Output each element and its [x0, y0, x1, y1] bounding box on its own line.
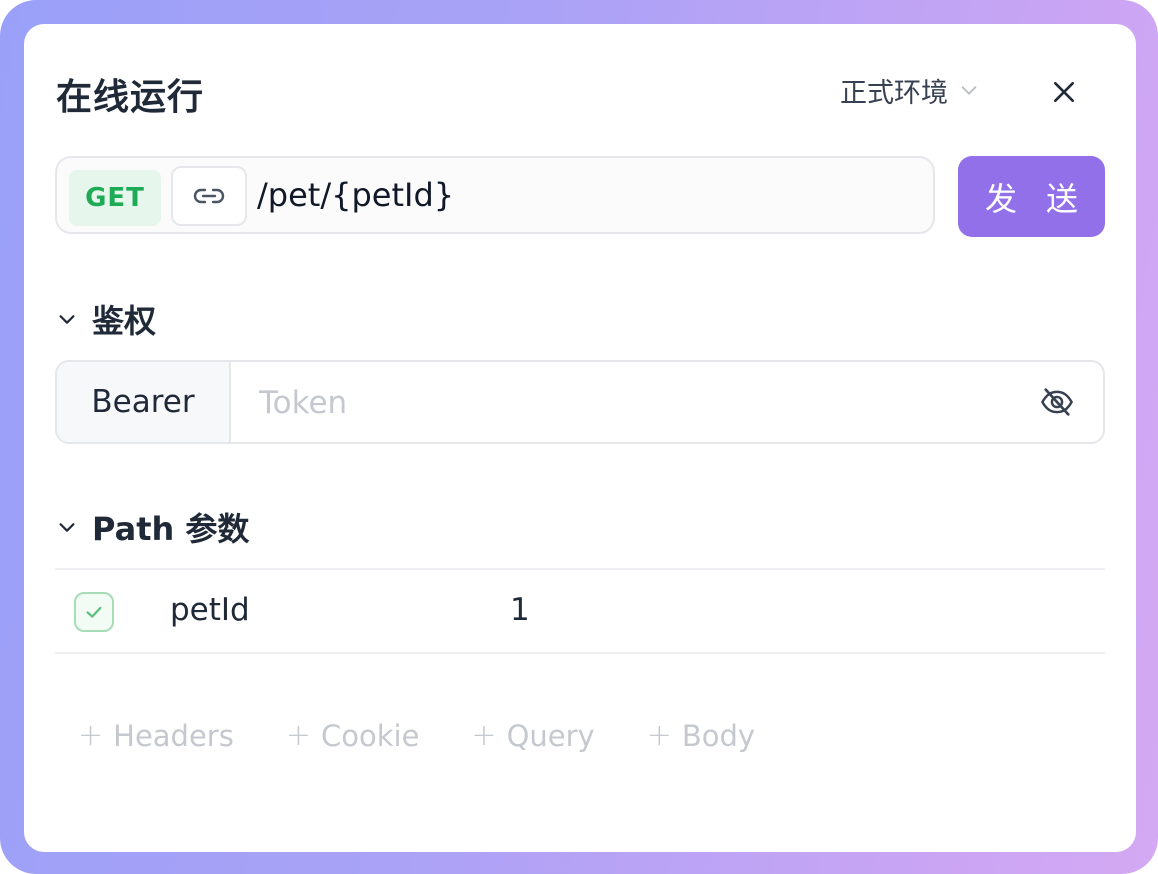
environment-label: 正式环境 — [840, 77, 948, 109]
param-value[interactable]: 1 — [510, 592, 530, 628]
divider — [55, 568, 1105, 570]
run-online-dialog: 在线运行 正式环境 GET /pet/{petId} 发 送 鉴权 Bearer — [24, 24, 1136, 852]
chevron-down-icon — [961, 86, 977, 95]
close-button[interactable] — [1046, 74, 1082, 110]
plus-icon: + — [646, 718, 672, 753]
token-input[interactable] — [231, 362, 1041, 442]
dialog-title: 在线运行 — [56, 77, 205, 118]
add-headers-label: Headers — [113, 718, 234, 753]
plus-icon: + — [78, 718, 104, 753]
path-params-section-title: Path 参数 — [92, 510, 250, 548]
url-bar: GET /pet/{petId} — [55, 156, 935, 234]
param-name: petId — [170, 592, 250, 628]
auth-section-title: 鉴权 — [92, 302, 157, 340]
plus-icon: + — [285, 718, 311, 753]
add-params-row: + Headers + Cookie + Query + Body — [78, 718, 807, 753]
add-query-label: Query — [506, 718, 595, 753]
chevron-down-icon — [59, 523, 75, 532]
send-button[interactable]: 发 送 — [958, 156, 1105, 237]
path-params-section-toggle[interactable]: Path 参数 — [56, 504, 249, 550]
toggle-visibility-button[interactable] — [1037, 382, 1077, 422]
chevron-down-icon — [59, 315, 75, 324]
link-button[interactable] — [171, 166, 247, 226]
add-body-label: Body — [681, 718, 756, 753]
request-path[interactable]: /pet/{petId} — [257, 176, 454, 214]
add-headers-button[interactable]: + Headers — [78, 718, 234, 753]
add-body-button[interactable]: + Body — [647, 718, 755, 753]
environment-select[interactable]: 正式环境 — [840, 70, 980, 110]
http-method-badge[interactable]: GET — [69, 170, 161, 226]
add-cookie-button[interactable]: + Cookie — [286, 718, 420, 753]
check-icon — [86, 606, 102, 618]
plus-icon: + — [471, 718, 497, 753]
auth-box: Bearer — [55, 360, 1105, 444]
param-checkbox[interactable] — [74, 592, 114, 632]
close-icon — [1054, 82, 1074, 102]
add-query-button[interactable]: + Query — [471, 718, 594, 753]
link-icon — [193, 188, 225, 204]
auth-section-toggle[interactable]: 鉴权 — [56, 296, 156, 342]
eye-off-icon — [1041, 388, 1073, 416]
auth-type-select[interactable]: Bearer — [57, 362, 231, 442]
divider — [55, 652, 1105, 654]
add-cookie-label: Cookie — [320, 718, 420, 753]
